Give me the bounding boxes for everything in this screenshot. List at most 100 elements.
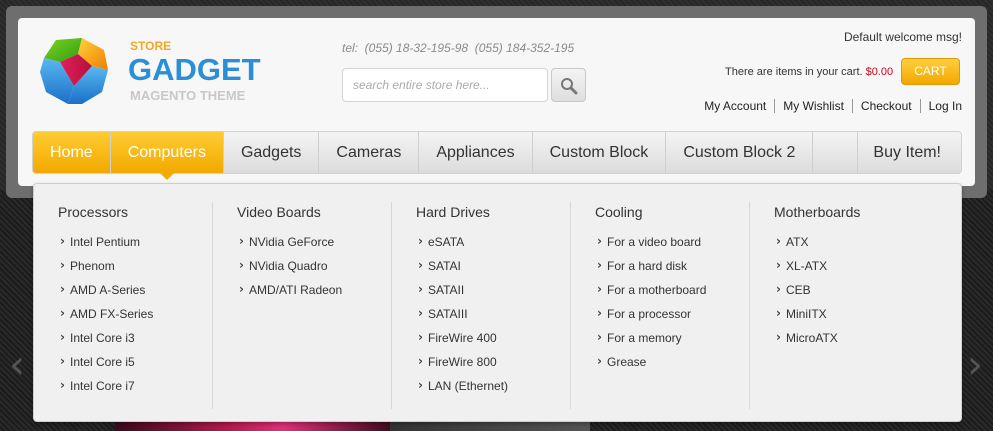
dropdown-column-hard-drives: Hard Drives › eSATA › SATAI › SATAII › SATAI… xyxy=(392,184,571,409)
chevron-right-icon: › xyxy=(418,330,423,344)
logo-subtitle: MAGENTO THEME xyxy=(130,88,246,103)
search-icon xyxy=(561,78,578,95)
main-nav: Home Computers Gadgets Cameras Appliance… xyxy=(32,131,962,180)
list-item[interactable]: › MicroATX xyxy=(776,330,838,354)
list-item[interactable]: › SATAIII xyxy=(418,306,508,330)
list-item-label: Intel Pentium xyxy=(70,235,141,249)
welcome-message: Default welcome msg! xyxy=(843,30,962,44)
chevron-right-icon: › xyxy=(60,354,65,368)
list-item[interactable]: › Intel Pentium xyxy=(60,234,153,258)
list-item-label: FireWire 400 xyxy=(428,331,497,345)
chevron-right-icon: › xyxy=(60,330,65,344)
list-item[interactable]: › LAN (Ethernet) xyxy=(418,378,508,402)
nav-computers[interactable]: Computers xyxy=(110,132,224,180)
list-item[interactable]: › eSATA xyxy=(418,234,508,258)
nav-buy-item[interactable]: Buy Item! xyxy=(858,132,961,173)
list-item[interactable]: › NVidia GeForce xyxy=(239,234,342,258)
cart-items-link[interactable]: items xyxy=(776,66,802,78)
list-item[interactable]: › SATAI xyxy=(418,258,508,282)
list-item-label: For a memory xyxy=(607,331,682,345)
column-title[interactable]: Processors xyxy=(58,204,128,220)
list-item-label: eSATA xyxy=(428,235,465,249)
list-item-label: SATAIII xyxy=(428,307,468,321)
dropdown-column-video-boards: Video Boards › NVidia GeForce › NVidia Qua… xyxy=(213,184,392,409)
column-title[interactable]: Hard Drives xyxy=(416,204,490,220)
list-item[interactable]: › For a memory xyxy=(597,330,706,354)
dropdown-column-motherboards: Motherboards › ATX › XL-ATX › CEB › MiniITX … xyxy=(750,184,929,409)
search-button[interactable] xyxy=(551,68,586,102)
list-item[interactable]: › For a hard disk xyxy=(597,258,706,282)
chevron-right-icon: › xyxy=(597,234,602,248)
list-item-label: ATX xyxy=(786,235,809,249)
chevron-right-icon: › xyxy=(776,282,781,296)
nav-custom-block-2[interactable]: Custom Block 2 xyxy=(666,132,814,173)
slider-next-icon[interactable]: › xyxy=(960,345,990,385)
cart-price: $0.00 xyxy=(865,66,894,78)
chevron-right-icon: › xyxy=(776,330,781,344)
list-item[interactable]: › AMD FX-Series xyxy=(60,306,153,330)
checkout-link[interactable]: Checkout xyxy=(851,99,920,113)
list-item[interactable]: › AMD A-Series xyxy=(60,282,153,306)
chevron-right-icon: › xyxy=(239,258,244,272)
logo-name[interactable]: GADGET xyxy=(128,52,261,88)
slider-prev-icon[interactable]: ‹ xyxy=(2,345,32,385)
chevron-right-icon: › xyxy=(60,306,65,320)
list-item[interactable]: › Intel Core i5 xyxy=(60,354,153,378)
nav-custom-block[interactable]: Custom Block xyxy=(533,132,667,173)
list-item[interactable]: › CEB xyxy=(776,282,838,306)
nav-home[interactable]: Home xyxy=(33,132,111,173)
list-item[interactable]: › Intel Core i3 xyxy=(60,330,153,354)
list-item-label: XL-ATX xyxy=(786,259,828,273)
login-link[interactable]: Log In xyxy=(919,99,962,113)
list-item-label: MicroATX xyxy=(786,331,838,345)
list-item[interactable]: › Intel Core i7 xyxy=(60,378,153,402)
nav-computers-label: Computers xyxy=(127,144,206,161)
search-input[interactable] xyxy=(342,68,548,102)
column-title[interactable]: Video Boards xyxy=(237,204,321,220)
logo-icon[interactable] xyxy=(38,36,110,106)
cart-button[interactable]: CART xyxy=(901,58,960,85)
computers-dropdown: Processors › Intel Pentium › Phenom › AMD A… xyxy=(33,183,962,422)
my-wishlist-link[interactable]: My Wishlist xyxy=(774,99,852,113)
chevron-right-icon: › xyxy=(597,354,602,368)
chevron-right-icon: › xyxy=(597,330,602,344)
list-item[interactable]: › AMD/ATI Radeon xyxy=(239,282,342,306)
list-item[interactable]: › For a processor xyxy=(597,306,706,330)
dropdown-column-cooling: Cooling › For a video board › For a hard d… xyxy=(571,184,750,409)
cart-suffix: in your cart. xyxy=(802,66,866,78)
chevron-right-icon: › xyxy=(239,234,244,248)
list-item-label: AMD/ATI Radeon xyxy=(249,283,343,297)
nav-spacer xyxy=(813,132,859,173)
list-item-label: AMD FX-Series xyxy=(70,307,154,321)
column-title[interactable]: Motherboards xyxy=(774,204,860,220)
list-item-label: For a video board xyxy=(607,235,702,249)
list-item-label: For a processor xyxy=(607,307,692,321)
list-item[interactable]: › NVidia Quadro xyxy=(239,258,342,282)
nav-gadgets[interactable]: Gadgets xyxy=(224,132,320,173)
chevron-right-icon: › xyxy=(418,234,423,248)
list-item[interactable]: › For a video board xyxy=(597,234,706,258)
list-item-label: MiniITX xyxy=(786,307,827,321)
column-title[interactable]: Cooling xyxy=(595,204,642,220)
list-item[interactable]: › For a motherboard xyxy=(597,282,706,306)
list-item-label: Grease xyxy=(607,355,647,369)
list-item[interactable]: › XL-ATX xyxy=(776,258,838,282)
list-item[interactable]: › Grease xyxy=(597,354,706,378)
list-item-label: For a hard disk xyxy=(607,259,688,273)
list-item[interactable]: › ATX xyxy=(776,234,838,258)
chevron-right-icon: › xyxy=(60,378,65,392)
nav-cameras[interactable]: Cameras xyxy=(319,132,420,173)
chevron-right-icon: › xyxy=(597,282,602,296)
list-item[interactable]: › MiniITX xyxy=(776,306,838,330)
my-account-link[interactable]: My Account xyxy=(696,99,774,113)
nav-appliances[interactable]: Appliances xyxy=(419,132,533,173)
cart-summary: There are items in your cart. $0.00 xyxy=(725,66,893,78)
list-item-label: For a motherboard xyxy=(607,283,707,297)
list-item[interactable]: › SATAII xyxy=(418,282,508,306)
account-links: My Account My Wishlist Checkout Log In xyxy=(696,99,962,113)
list-item[interactable]: › FireWire 400 xyxy=(418,330,508,354)
phone-numbers: tel: (055) 18-32-195-98 (055) 184-352-19… xyxy=(342,41,575,55)
dropdown-column-processors: Processors › Intel Pentium › Phenom › AMD A… xyxy=(34,184,213,409)
list-item[interactable]: › Phenom xyxy=(60,258,153,282)
list-item[interactable]: › FireWire 800 xyxy=(418,354,508,378)
